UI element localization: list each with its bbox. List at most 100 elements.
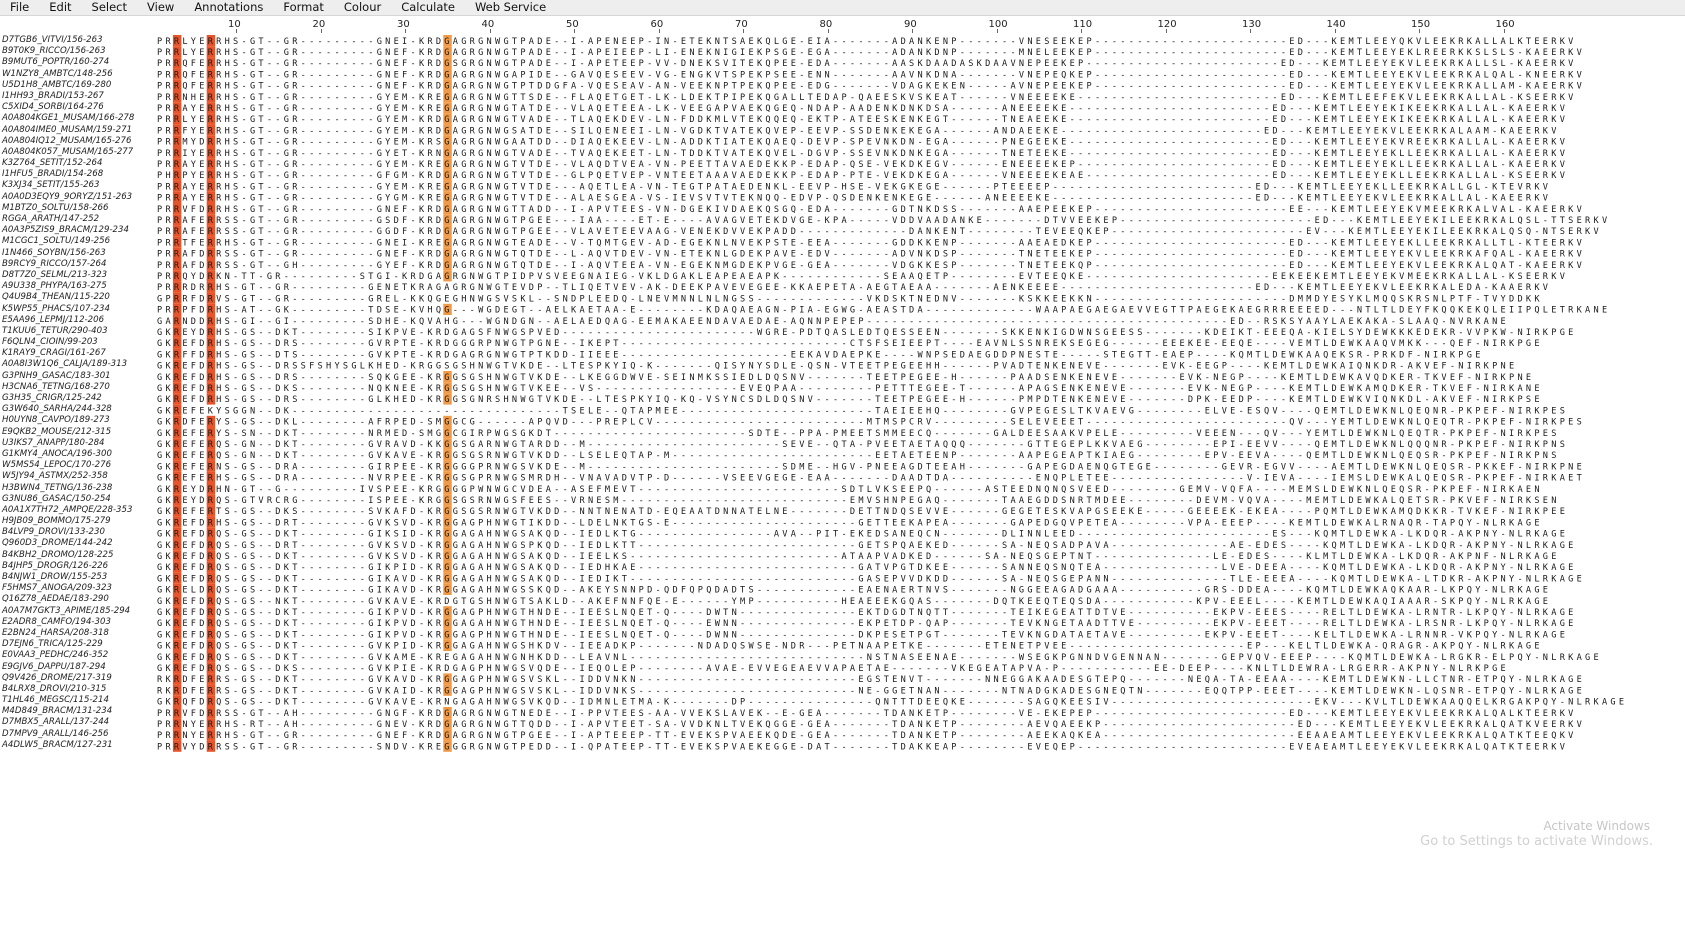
residue[interactable]: G bbox=[250, 37, 255, 47]
residue[interactable]: S bbox=[292, 350, 297, 360]
residue[interactable]: - bbox=[1196, 272, 1201, 282]
residue[interactable]: - bbox=[351, 93, 356, 103]
residue[interactable]: D bbox=[934, 70, 939, 80]
residue[interactable]: K bbox=[782, 160, 788, 170]
residue[interactable]: D bbox=[816, 104, 821, 114]
residue[interactable]: I bbox=[613, 48, 618, 58]
residue[interactable]: Y bbox=[1416, 306, 1422, 316]
residue[interactable]: N bbox=[994, 194, 999, 204]
residue[interactable]: - bbox=[1087, 115, 1092, 125]
residue[interactable]: - bbox=[318, 171, 323, 181]
residue[interactable]: - bbox=[1171, 261, 1176, 271]
residue[interactable]: K bbox=[757, 70, 763, 80]
residue[interactable]: - bbox=[791, 328, 796, 338]
residue[interactable]: K bbox=[1044, 126, 1050, 136]
residue[interactable]: - bbox=[875, 37, 880, 47]
residue[interactable]: E bbox=[1061, 104, 1066, 114]
residue[interactable]: A bbox=[732, 182, 738, 192]
residue[interactable]: - bbox=[360, 306, 365, 316]
residue[interactable]: - bbox=[1256, 216, 1261, 226]
residue[interactable]: E bbox=[1036, 82, 1041, 92]
residue[interactable]: K bbox=[1458, 306, 1464, 316]
residue[interactable]: E bbox=[1027, 59, 1032, 69]
residue[interactable]: V bbox=[622, 160, 627, 170]
residue[interactable]: - bbox=[1120, 126, 1125, 136]
residue[interactable]: E bbox=[1205, 339, 1210, 349]
residue[interactable]: T bbox=[715, 93, 720, 103]
residue[interactable]: E bbox=[1053, 261, 1058, 271]
residue[interactable]: - bbox=[326, 115, 331, 125]
residue[interactable]: T bbox=[1382, 306, 1387, 316]
residue[interactable]: K bbox=[1594, 216, 1600, 226]
residue[interactable]: G bbox=[554, 82, 559, 92]
residue[interactable]: T bbox=[1323, 194, 1328, 204]
residue[interactable]: E bbox=[698, 93, 703, 103]
residue[interactable]: A bbox=[1501, 250, 1507, 260]
residue[interactable]: - bbox=[1188, 115, 1193, 125]
residue[interactable]: - bbox=[275, 93, 280, 103]
residue[interactable]: W bbox=[495, 48, 501, 58]
residue[interactable]: - bbox=[1103, 205, 1108, 215]
residue[interactable]: - bbox=[1163, 250, 1168, 260]
residue[interactable]: K bbox=[706, 126, 712, 136]
residue[interactable]: - bbox=[343, 37, 348, 47]
residue[interactable]: E bbox=[698, 37, 703, 47]
residue[interactable]: A bbox=[715, 182, 721, 192]
residue[interactable]: P bbox=[157, 238, 162, 248]
residue[interactable]: - bbox=[546, 317, 551, 327]
residue[interactable]: - bbox=[1484, 182, 1489, 192]
residue[interactable]: R bbox=[174, 339, 180, 349]
residue[interactable]: E bbox=[1408, 126, 1413, 136]
residue[interactable]: L bbox=[681, 93, 686, 103]
residue[interactable]: - bbox=[639, 350, 644, 360]
residue[interactable]: - bbox=[1517, 48, 1522, 58]
residue[interactable]: - bbox=[858, 294, 863, 304]
residue[interactable]: L bbox=[656, 138, 661, 148]
residue[interactable]: M bbox=[402, 182, 407, 192]
residue[interactable]: R bbox=[208, 350, 214, 360]
residue[interactable]: - bbox=[1171, 48, 1176, 58]
residue[interactable]: - bbox=[833, 272, 838, 282]
residue[interactable]: - bbox=[554, 59, 559, 69]
residue[interactable]: T bbox=[284, 350, 289, 360]
residue[interactable]: E bbox=[918, 339, 923, 349]
residue[interactable]: P bbox=[774, 59, 779, 69]
residue[interactable]: A bbox=[1120, 306, 1126, 316]
residue[interactable]: A bbox=[825, 261, 831, 271]
residue[interactable]: N bbox=[385, 59, 390, 69]
residue[interactable]: - bbox=[334, 70, 339, 80]
residue[interactable]: E bbox=[1002, 160, 1007, 170]
residue[interactable]: W bbox=[495, 194, 501, 204]
residue[interactable]: K bbox=[1070, 70, 1076, 80]
residue[interactable]: S bbox=[901, 328, 906, 338]
residue[interactable]: D bbox=[495, 306, 500, 316]
residue[interactable]: E bbox=[1365, 149, 1370, 159]
residue[interactable]: - bbox=[1095, 205, 1100, 215]
residue[interactable]: L bbox=[1348, 104, 1353, 114]
residue[interactable]: E bbox=[1323, 171, 1328, 181]
residue[interactable]: K bbox=[1585, 227, 1591, 237]
residue[interactable]: R bbox=[1441, 149, 1447, 159]
residue[interactable]: A bbox=[740, 104, 746, 114]
residue[interactable]: G bbox=[934, 171, 939, 181]
residue[interactable]: A bbox=[740, 160, 746, 170]
residue[interactable]: V bbox=[554, 272, 559, 282]
residue[interactable]: - bbox=[563, 59, 568, 69]
residue[interactable]: N bbox=[563, 294, 568, 304]
residue[interactable]: E bbox=[1534, 171, 1539, 181]
residue[interactable]: G bbox=[250, 171, 255, 181]
residue[interactable]: - bbox=[1256, 104, 1261, 114]
residue[interactable]: A bbox=[1534, 250, 1540, 260]
residue[interactable]: D bbox=[1002, 350, 1007, 360]
residue[interactable]: E bbox=[791, 238, 796, 248]
residue[interactable]: - bbox=[884, 227, 889, 237]
residue[interactable]: R bbox=[292, 126, 298, 136]
residue[interactable]: E bbox=[1416, 104, 1421, 114]
residue[interactable]: S bbox=[225, 261, 230, 271]
residue[interactable]: E bbox=[394, 149, 399, 159]
residue[interactable]: K bbox=[1492, 194, 1498, 204]
residue[interactable]: D bbox=[537, 138, 542, 148]
residue[interactable]: G bbox=[284, 104, 289, 114]
residue[interactable]: Y bbox=[191, 104, 197, 114]
residue[interactable]: E bbox=[1433, 250, 1438, 260]
